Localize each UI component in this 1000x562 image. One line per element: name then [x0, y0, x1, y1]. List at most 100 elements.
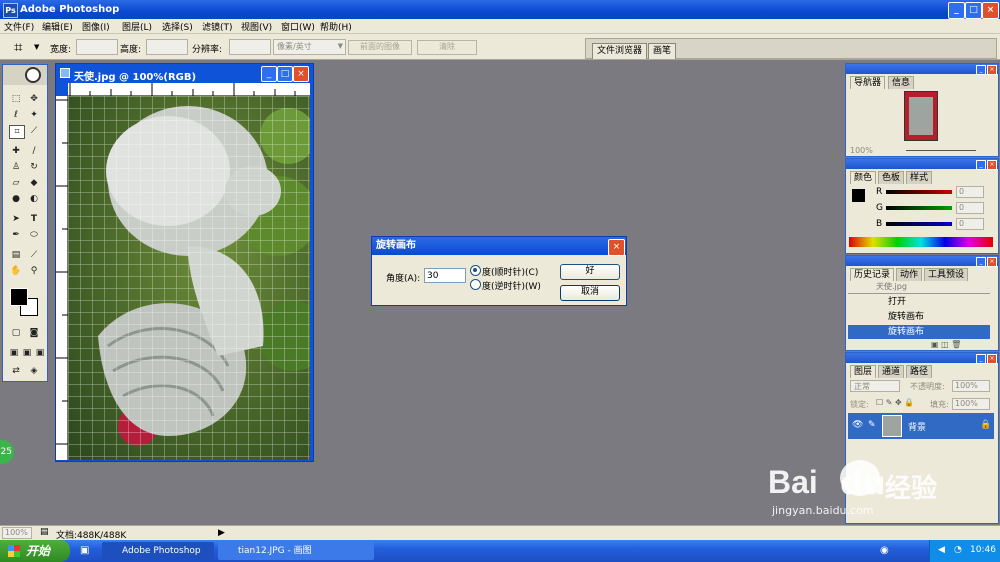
status-menu-arrow[interactable]: ▶ [218, 528, 225, 538]
history-brush-icon[interactable]: ↻ [27, 161, 41, 173]
tab-paths[interactable]: 路径 [906, 365, 933, 378]
start-button[interactable]: 开始 [0, 540, 70, 562]
minimize-button[interactable]: _ [948, 2, 965, 19]
navigator-zoom[interactable]: 100% [850, 146, 873, 155]
layer-row-background[interactable]: 👁 ✎ 背景 🔒 [848, 413, 994, 439]
palette-close-button[interactable]: × [987, 257, 997, 267]
marquee-tool-icon[interactable]: ⬚ [9, 93, 23, 105]
imageready-icon[interactable]: ◈ [27, 365, 41, 377]
tab-info[interactable]: 信息 [888, 76, 915, 89]
counterclockwise-label[interactable]: 度(逆时针)(W) [482, 279, 541, 292]
menu-view[interactable]: 视图(V) [241, 20, 272, 33]
chevron-down-icon[interactable]: ▼ [34, 43, 39, 51]
brush-tool-icon[interactable]: ∕ [27, 145, 41, 157]
lasso-tool-icon[interactable]: ℓ [9, 109, 23, 121]
adobe-online-icon[interactable] [25, 67, 41, 83]
lock-options-icon[interactable]: ☐ ✎ ✥ 🔒 [876, 398, 914, 407]
menu-file[interactable]: 文件(F) [4, 20, 34, 33]
volume-icon[interactable]: ◔ [954, 545, 962, 555]
tab-channels[interactable]: 通道 [878, 365, 905, 378]
close-button[interactable]: × [982, 2, 999, 19]
zoom-tool-icon[interactable]: ⚲ [27, 265, 41, 277]
history-snapshot[interactable]: 天使.jpg [848, 281, 990, 294]
resolution-unit-select[interactable]: 像素/英寸 ▼ [273, 39, 346, 55]
palette-minimize-button[interactable]: _ [976, 160, 986, 170]
blur-tool-icon[interactable]: ● [9, 193, 23, 205]
history-item[interactable]: 打开 [848, 295, 990, 309]
menu-layer[interactable]: 图层(L) [122, 20, 152, 33]
image-canvas[interactable] [68, 96, 310, 460]
stamp-tool-icon[interactable]: ♙ [9, 161, 23, 173]
tab-styles[interactable]: 样式 [906, 171, 933, 184]
menu-edit[interactable]: 编辑(E) [42, 20, 73, 33]
resolution-input[interactable] [229, 39, 271, 55]
clear-button[interactable]: 清除 [417, 40, 477, 55]
floating-badge[interactable]: 25 [0, 440, 14, 464]
maximize-button[interactable]: □ [965, 2, 982, 19]
zoom-slider[interactable] [906, 150, 976, 151]
tab-brushes[interactable]: 画笔 [648, 43, 677, 59]
color-ramp[interactable] [849, 237, 993, 247]
quickmask-mode-icon[interactable]: ◙ [27, 327, 41, 339]
tab-tool-presets[interactable]: 工具预设 [924, 268, 969, 281]
magic-wand-icon[interactable]: ✦ [27, 109, 41, 121]
blend-mode-select[interactable]: 正常 [850, 380, 900, 392]
dodge-tool-icon[interactable]: ◐ [27, 193, 41, 205]
menu-filter[interactable]: 滤镜(T) [202, 20, 233, 33]
red-slider[interactable] [886, 190, 952, 194]
palette-header[interactable]: _ × [846, 159, 998, 170]
crop-tool-icon[interactable]: ⌗ [14, 38, 22, 56]
palette-close-button[interactable]: × [987, 160, 997, 170]
tab-swatches[interactable]: 色板 [878, 171, 905, 184]
history-item-active[interactable]: 旋转画布 [848, 325, 990, 339]
menu-image[interactable]: 图像(I) [82, 20, 110, 33]
tab-layers[interactable]: 图层 [850, 365, 877, 378]
palette-minimize-button[interactable]: _ [976, 354, 986, 364]
eyedropper-icon[interactable]: ⟋ [27, 249, 41, 261]
eye-icon[interactable]: 👁 [852, 420, 863, 430]
opacity-input[interactable]: 100% [952, 380, 990, 392]
move-tool-icon[interactable]: ✥ [27, 93, 41, 105]
paint-bucket-icon[interactable]: ◆ [27, 177, 41, 189]
width-input[interactable] [76, 39, 118, 55]
blue-slider[interactable] [886, 222, 952, 226]
palette-minimize-button[interactable]: _ [976, 257, 986, 267]
tab-file-browser[interactable]: 文件浏览器 [592, 43, 648, 59]
dialog-close-button[interactable]: × [608, 239, 625, 256]
menu-select[interactable]: 选择(S) [162, 20, 193, 33]
status-zoom[interactable]: 100% [2, 527, 32, 539]
pen-tool-icon[interactable]: ✒ [9, 229, 23, 241]
task-photoshop[interactable]: Adobe Photoshop [102, 542, 214, 560]
red-value[interactable]: 0 [956, 186, 984, 198]
quick-launch-icon[interactable]: ▣ [80, 545, 89, 556]
standard-mode-icon[interactable]: ▢ [9, 327, 23, 339]
green-value[interactable]: 0 [956, 202, 984, 214]
palette-close-button[interactable]: × [987, 354, 997, 364]
doc-minimize-button[interactable]: _ [261, 66, 277, 82]
foreground-color[interactable] [852, 189, 865, 202]
front-image-button[interactable]: 前面的图像 [348, 40, 412, 55]
type-tool-icon[interactable]: T [27, 213, 41, 225]
palette-header[interactable]: _ × [846, 64, 998, 75]
shape-tool-icon[interactable]: ⬭ [27, 229, 41, 241]
tray-icon[interactable]: ◀ [938, 545, 945, 555]
palette-close-button[interactable]: × [987, 65, 997, 75]
history-footer-icons[interactable]: ▣ ◫ 🗑 [931, 340, 991, 349]
menu-window[interactable]: 窗口(W) [281, 20, 315, 33]
tab-navigator[interactable]: 导航器 [850, 76, 886, 89]
tab-history[interactable]: 历史记录 [850, 268, 895, 281]
fill-input[interactable]: 100% [952, 398, 990, 410]
cancel-button[interactable]: 取消 [560, 285, 620, 301]
history-item[interactable]: 旋转画布 [848, 310, 990, 324]
slice-tool-icon[interactable]: ⟋ [27, 125, 41, 137]
navigator-thumbnail[interactable] [904, 91, 938, 141]
ok-button[interactable]: 好 [560, 264, 620, 280]
crop-tool-icon[interactable]: ⌗ [9, 125, 25, 139]
counterclockwise-radio[interactable] [470, 279, 481, 290]
height-input[interactable] [146, 39, 188, 55]
hand-tool-icon[interactable]: ✋ [9, 265, 23, 277]
angle-input[interactable]: 30 [424, 268, 466, 283]
screen-mode-full-icon[interactable]: ▣ [33, 347, 47, 359]
palette-header[interactable]: _ × [846, 353, 998, 364]
eraser-tool-icon[interactable]: ▱ [9, 177, 23, 189]
